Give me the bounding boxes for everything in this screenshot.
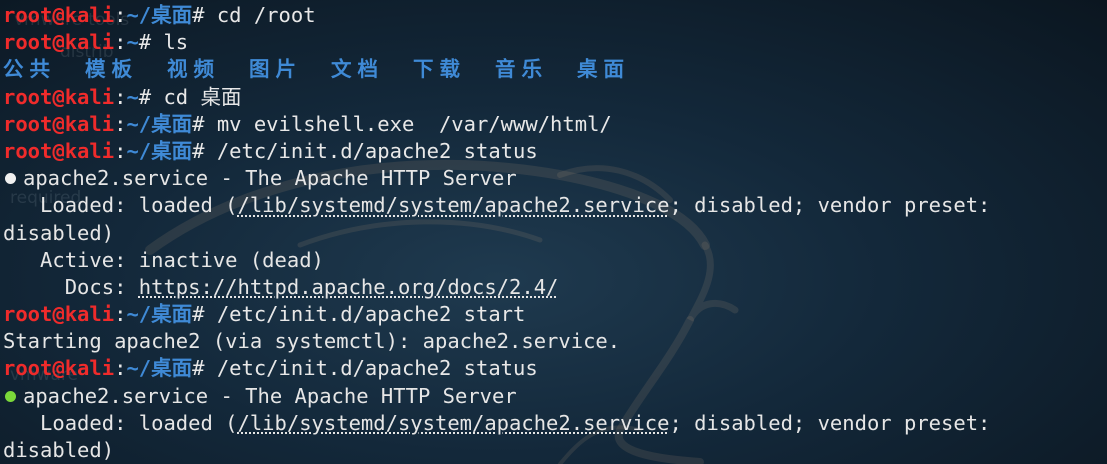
command-text[interactable]: /etc/init.d/apache2 status	[217, 139, 538, 163]
output-line: Starting apache2 (via systemctl): apache…	[3, 328, 1103, 355]
prompt-symbol: #	[138, 30, 164, 55]
service-title: apache2.service - The Apache HTTP Server	[23, 166, 517, 191]
prompt-path: ~/桌面	[126, 356, 193, 381]
prompt-symbol: #	[192, 138, 217, 163]
output-text: Starting apache2 (via systemctl): apache…	[3, 329, 621, 354]
directory-entry[interactable]: 公共	[3, 56, 85, 83]
service-status-line: apache2.service - The Apache HTTP Server	[3, 383, 1103, 410]
output-text: Active: inactive (dead)	[3, 247, 324, 272]
prompt-symbol: #	[192, 302, 217, 327]
directory-entry[interactable]: 视频	[167, 56, 249, 83]
command-text[interactable]: /etc/init.d/apache2 status	[217, 356, 538, 380]
prompt-line: root@kali:~/桌面# /etc/init.d/apache2 star…	[3, 301, 1103, 328]
directory-entry[interactable]: 下载	[413, 56, 495, 83]
loaded-prefix: Loaded: loaded (	[3, 410, 238, 435]
prompt-path: ~/桌面	[126, 3, 193, 27]
prompt-line: root@kali:~/桌面# cd /root	[3, 2, 1103, 29]
prompt-line: root@kali:~/桌面# mv evilshell.exe /var/ww…	[3, 111, 1103, 138]
prompt-separator: :	[114, 30, 127, 55]
prompt-path: ~	[126, 84, 139, 109]
service-status-line: apache2.service - The Apache HTTP Server	[3, 165, 1103, 192]
service-title: apache2.service - The Apache HTTP Server	[23, 383, 517, 408]
prompt-user: root@kali	[3, 302, 115, 327]
directory-entry[interactable]: 音乐	[495, 56, 577, 83]
output-text: disabled)	[3, 220, 115, 245]
prompt-separator: :	[114, 356, 127, 381]
loaded-line: Loaded: loaded (/lib/systemd/system/apac…	[3, 192, 1103, 219]
prompt-user: root@kali	[3, 84, 115, 109]
ls-output: 公共 模板 视频 图片 文档 下载 音乐 桌面	[3, 56, 1103, 83]
directory-entry[interactable]: 桌面	[577, 56, 659, 83]
directory-entry[interactable]: 文档	[331, 56, 413, 83]
command-text[interactable]: ls	[163, 30, 188, 54]
output-text: disabled)	[3, 438, 115, 462]
prompt-separator: :	[114, 302, 127, 327]
loaded-line: Loaded: loaded (/lib/systemd/system/apac…	[3, 410, 1103, 437]
prompt-symbol: #	[138, 84, 164, 109]
unit-file-link[interactable]: /lib/systemd/system/apache2.service	[238, 193, 670, 217]
prompt-symbol: #	[192, 3, 217, 27]
prompt-separator: :	[114, 111, 127, 136]
output-line: disabled)	[3, 437, 1103, 464]
prompt-separator: :	[114, 138, 127, 163]
docs-line: Docs: https://httpd.apache.org/docs/2.4/	[3, 274, 1103, 301]
terminal-output[interactable]: root@kali:~/桌面# cd /root root@kali:~# ls 公…	[3, 2, 1103, 464]
prompt-symbol: #	[192, 356, 217, 381]
prompt-user: root@kali	[3, 356, 115, 381]
loaded-suffix: ; disabled; vendor preset:	[669, 410, 991, 435]
command-text[interactable]: cd 桌面	[163, 85, 241, 109]
prompt-symbol: #	[192, 111, 217, 136]
prompt-user: root@kali	[3, 3, 115, 27]
prompt-path: ~/桌面	[126, 111, 193, 136]
prompt-separator: :	[114, 3, 127, 27]
unit-file-link[interactable]: /lib/systemd/system/apache2.service	[238, 411, 670, 435]
prompt-line: root@kali:~/桌面# /etc/init.d/apache2 stat…	[3, 355, 1103, 382]
loaded-prefix: Loaded: loaded (	[3, 193, 238, 218]
prompt-line: root@kali:~/桌面# /etc/init.d/apache2 stat…	[3, 138, 1103, 165]
prompt-user: root@kali	[3, 111, 115, 136]
prompt-user: root@kali	[3, 138, 115, 163]
prompt-line: root@kali:~# ls	[3, 29, 1103, 56]
docs-prefix: Docs:	[3, 274, 139, 299]
docs-link[interactable]: https://httpd.apache.org/docs/2.4/	[139, 275, 559, 299]
terminal-window[interactable]: vmware-tools distrib required vmware roo…	[0, 0, 1107, 464]
command-text[interactable]: cd /root	[217, 3, 316, 27]
directory-entry[interactable]: 模板	[85, 56, 167, 83]
prompt-user: root@kali	[3, 30, 115, 55]
loaded-suffix: ; disabled; vendor preset:	[669, 193, 991, 218]
status-dot-icon	[5, 390, 16, 402]
prompt-path: ~/桌面	[126, 302, 193, 327]
command-text[interactable]: /etc/init.d/apache2 start	[217, 302, 526, 326]
prompt-path: ~/桌面	[126, 138, 193, 163]
prompt-path: ~	[126, 30, 139, 55]
output-line: disabled)	[3, 220, 1103, 247]
status-dot-icon	[5, 173, 16, 185]
output-line: Active: inactive (dead)	[3, 247, 1103, 274]
prompt-separator: :	[114, 84, 127, 109]
prompt-line: root@kali:~# cd 桌面	[3, 84, 1103, 111]
directory-entry[interactable]: 图片	[249, 56, 331, 83]
command-text[interactable]: mv evilshell.exe /var/www/html/	[217, 112, 612, 136]
